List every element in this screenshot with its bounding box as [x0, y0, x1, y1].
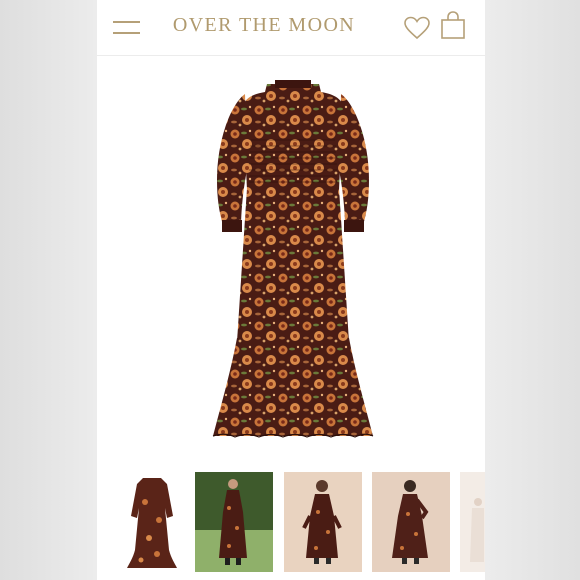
brand-logo[interactable]: OVER THE MOON [159, 14, 369, 37]
thumbnail-model-front[interactable] [284, 472, 362, 572]
floral-maxi-dress-image[interactable] [205, 80, 381, 442]
background-blur-right [485, 0, 580, 580]
phone-screen: OVER THE MOON [97, 0, 485, 580]
thumbnail-dress-flat[interactable] [113, 472, 191, 572]
background-blur-left [0, 0, 97, 580]
thumbnail-partial[interactable] [460, 472, 485, 572]
hamburger-menu-icon[interactable] [113, 20, 140, 36]
thumbnail-model-pose[interactable] [372, 472, 450, 572]
thumbnail-model-garden[interactable] [195, 472, 273, 572]
thumbnail-strip [97, 472, 485, 572]
site-header: OVER THE MOON [97, 0, 485, 56]
shopping-bag-icon[interactable] [440, 11, 466, 40]
heart-icon[interactable] [404, 16, 430, 40]
